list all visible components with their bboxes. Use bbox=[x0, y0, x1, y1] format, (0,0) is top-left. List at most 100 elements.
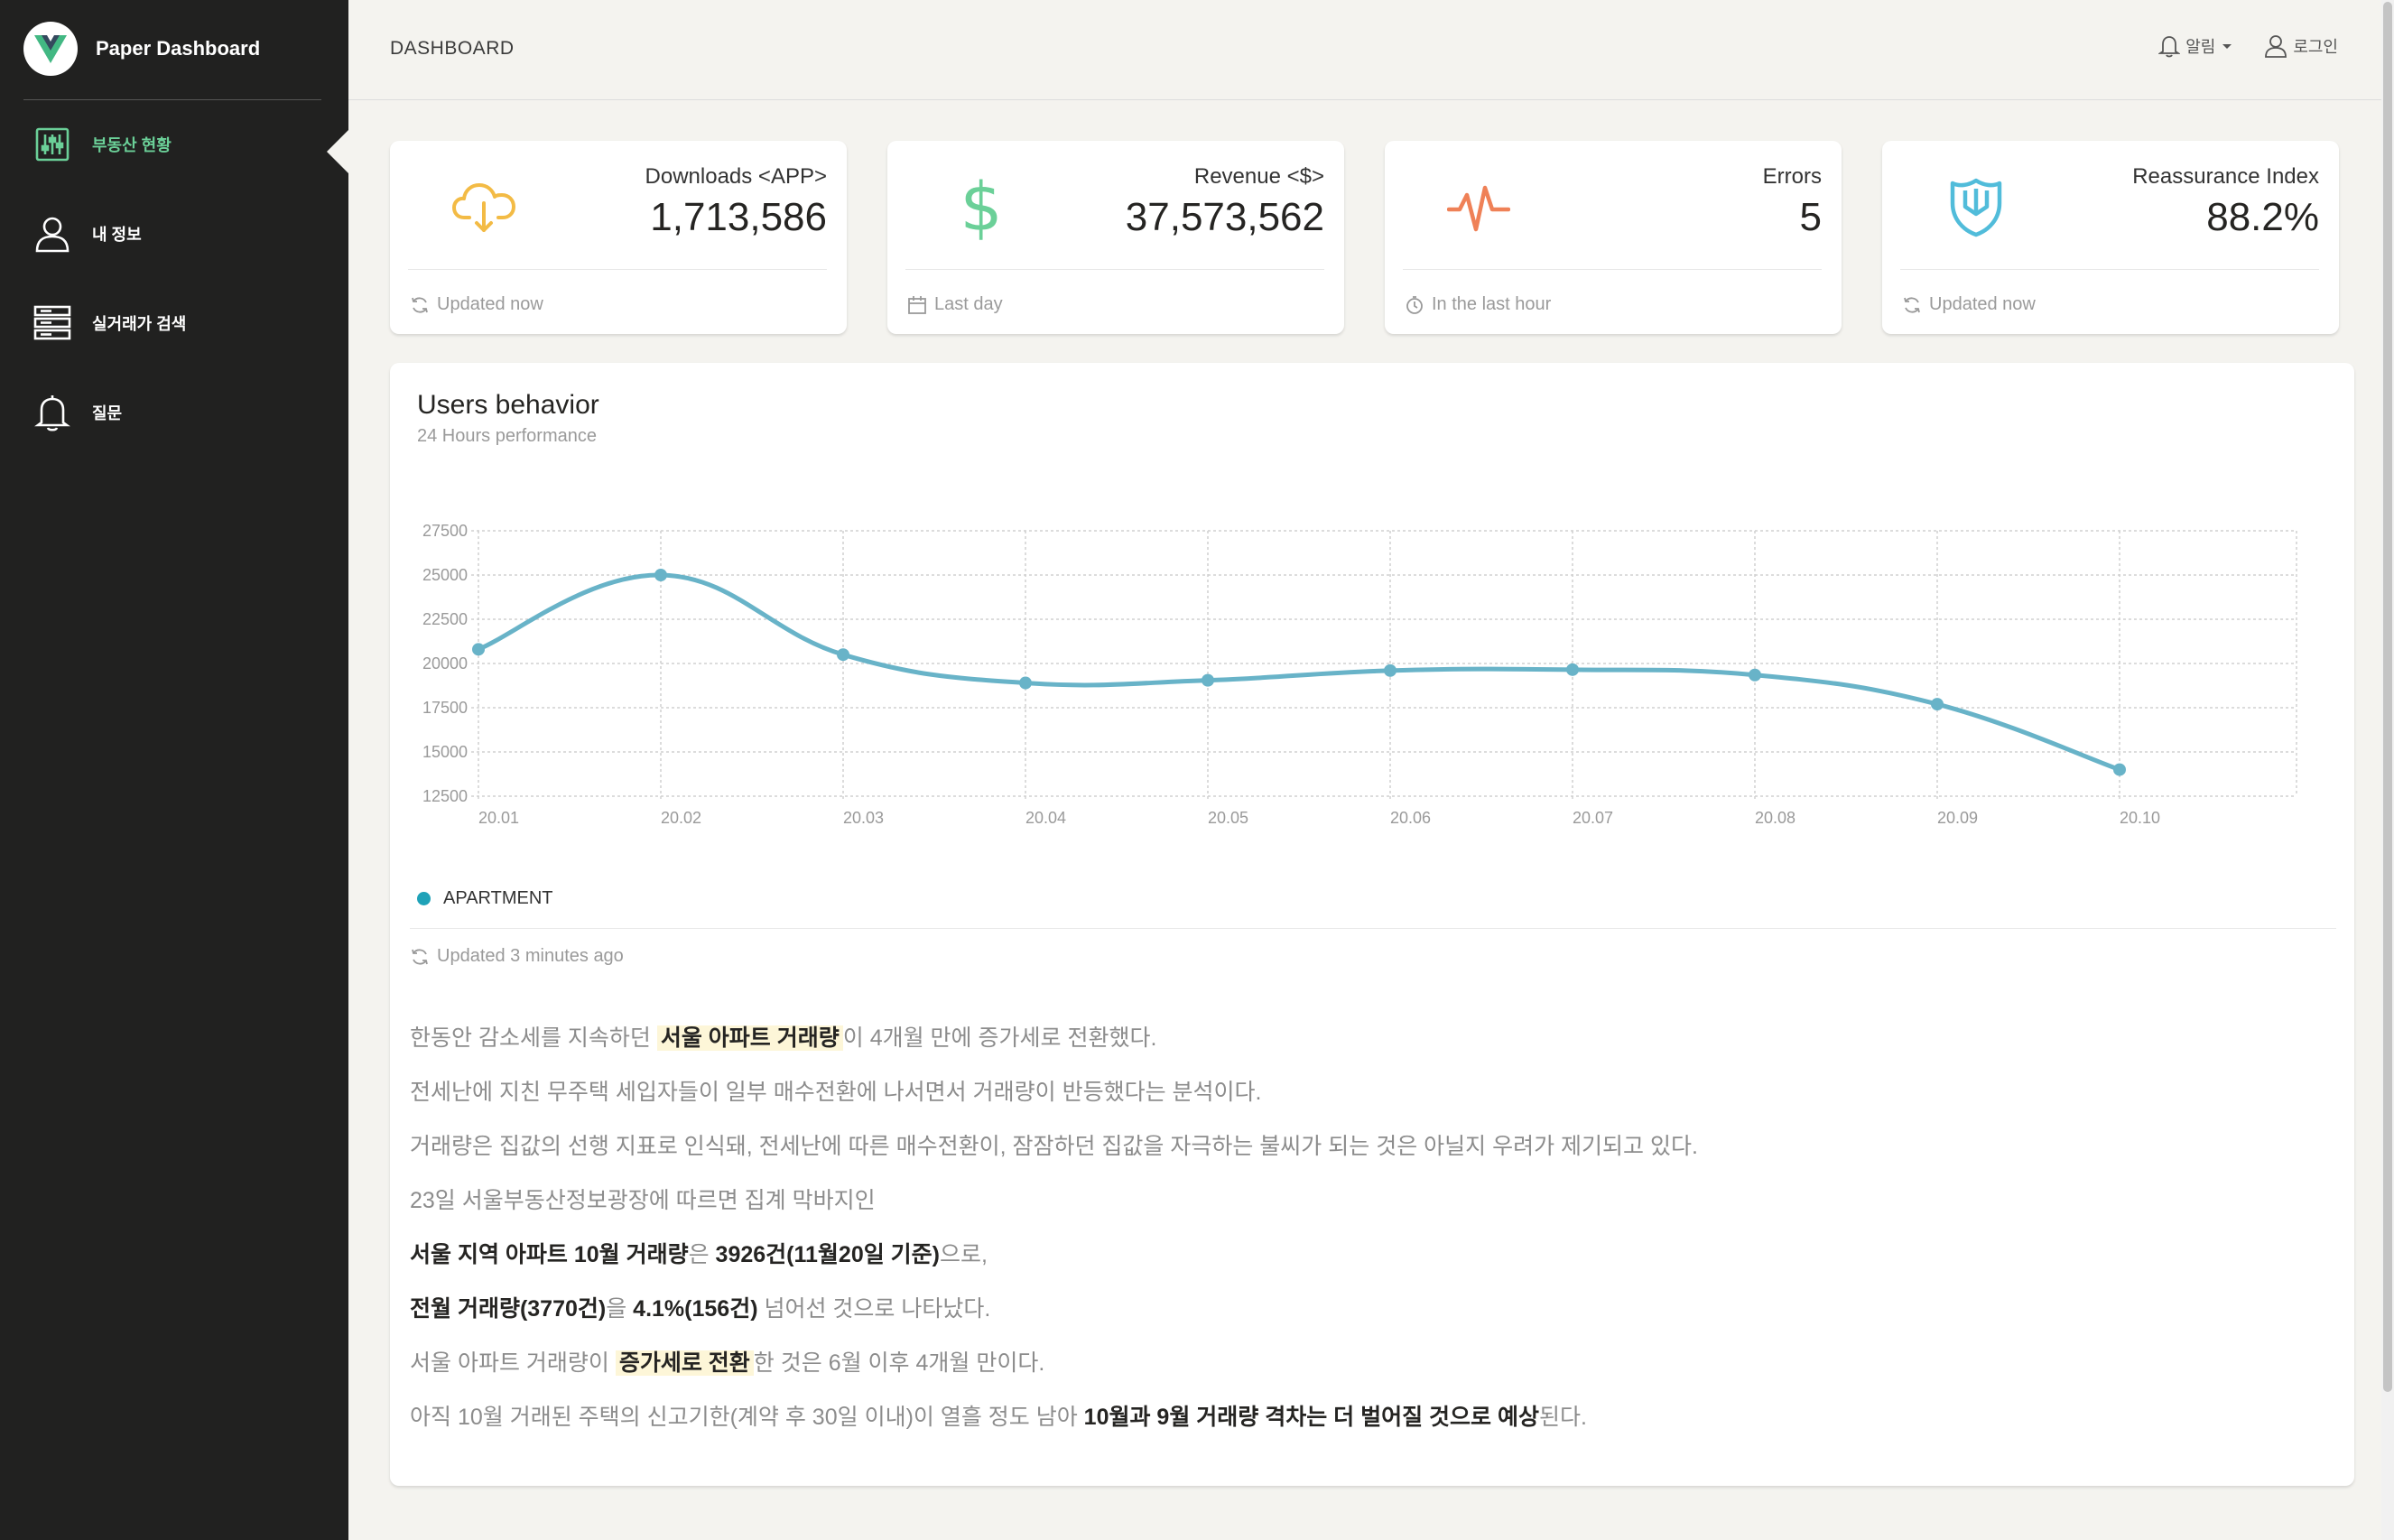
sidebar-divider bbox=[23, 99, 321, 100]
stat-footer-text: Updated now bbox=[437, 294, 543, 314]
bold-text: 서울 지역 아파트 10월 거래량 bbox=[410, 1242, 689, 1267]
sliders-icon bbox=[32, 125, 72, 164]
logo[interactable]: Paper Dashboard bbox=[23, 20, 260, 78]
clock-icon bbox=[1406, 295, 1423, 314]
calendar-icon bbox=[908, 295, 926, 314]
stat-footer: In the last hour bbox=[1405, 294, 1551, 315]
refresh-icon bbox=[412, 948, 428, 965]
sidebar-item-label: 질문 bbox=[92, 404, 123, 422]
stat-card-downloads: Downloads <APP> 1,713,586 Updated now bbox=[390, 141, 847, 334]
stat-category: Downloads <APP> bbox=[645, 164, 827, 189]
article-line-8: 아직 10월 거래된 주택의 신고기한(계약 후 30일 이내)이 열흘 정도 … bbox=[410, 1399, 2324, 1453]
y-tick-label: 15000 bbox=[422, 743, 468, 761]
x-tick-label: 20.07 bbox=[1573, 809, 1613, 827]
users-behavior-card: Users behavior 24 Hours performance 1250… bbox=[390, 363, 2354, 1486]
sidebar-item-transaction-search[interactable]: 실거래가 검색 bbox=[32, 296, 186, 350]
user-icon bbox=[2265, 35, 2287, 58]
server-icon bbox=[32, 303, 72, 343]
bold-text: 4.1%(156건) bbox=[633, 1296, 758, 1322]
sidebar: Paper Dashboard 부동산 현황 내 정보 실거래가 검색 질문 bbox=[0, 0, 350, 1540]
data-point bbox=[1019, 676, 1032, 690]
login-button[interactable]: 로그인 bbox=[2264, 34, 2338, 58]
notifications-label: 알림 bbox=[2185, 38, 2216, 56]
divider bbox=[408, 269, 827, 270]
chart-legend: APARTMENT bbox=[417, 888, 553, 909]
bold-text: 3926건(11월20일 기준) bbox=[715, 1242, 940, 1267]
text: 아직 10월 거래된 주택의 신고기한(계약 후 30일 이내)이 열흘 정도 … bbox=[410, 1405, 1084, 1430]
stat-value: 37,573,562 bbox=[1125, 195, 1324, 239]
topbar: DASHBOARD 알림 로그인 bbox=[348, 0, 2394, 100]
line-chart[interactable]: 12500 15000 17500 20000 22500 25000 27500 20.01… bbox=[390, 498, 2354, 859]
x-tick-label: 20.09 bbox=[1937, 809, 1978, 827]
article-line-6: 전월 거래량(3770건)을 4.1%(156건) 넘어선 것으로 나타났다. bbox=[410, 1291, 2324, 1345]
data-point bbox=[1384, 663, 1396, 677]
x-tick-label: 20.04 bbox=[1025, 809, 1066, 827]
scrollbar[interactable] bbox=[2381, 0, 2394, 1540]
article-line-4: 23일 서울부동산정보광장에 따르면 집계 막바지인 bbox=[410, 1188, 876, 1213]
sidebar-item-label: 실거래가 검색 bbox=[92, 315, 187, 333]
data-point bbox=[1202, 673, 1214, 687]
y-tick-label: 12500 bbox=[422, 787, 468, 805]
stat-category: Revenue <$> bbox=[1193, 164, 1324, 189]
card-footer-text: Updated 3 minutes ago bbox=[437, 946, 624, 966]
data-point bbox=[654, 569, 667, 581]
vue-logo-icon bbox=[23, 22, 78, 76]
highlight: 서울 아파트 거래량 bbox=[656, 1025, 843, 1051]
text: 넘어선 것으로 나타났다. bbox=[757, 1296, 991, 1322]
text: 서울 아파트 거래량이 bbox=[410, 1350, 616, 1376]
sidebar-item-label: 부동산 현황 bbox=[92, 136, 172, 154]
bold-text: 10월과 9월 거래량 격차는 더 벌어질 것으로 예상 bbox=[1083, 1405, 1540, 1430]
card-title: Users behavior bbox=[417, 390, 599, 420]
y-tick-label: 25000 bbox=[422, 566, 468, 584]
notifications-dropdown[interactable]: 알림 bbox=[2158, 34, 2232, 58]
data-point bbox=[1566, 663, 1579, 676]
stat-footer-text: Last day bbox=[934, 294, 1003, 314]
card-subtitle: 24 Hours performance bbox=[417, 426, 597, 446]
x-tick-label: 20.01 bbox=[478, 809, 519, 827]
data-point bbox=[1749, 668, 1761, 682]
data-point bbox=[837, 648, 849, 662]
scrollbar-thumb[interactable] bbox=[2383, 2, 2392, 1392]
topbar-actions: 알림 로그인 bbox=[2126, 34, 2338, 58]
stat-footer: Updated now bbox=[410, 294, 543, 315]
sidebar-item-questions[interactable]: 질문 bbox=[32, 385, 122, 440]
bell-icon bbox=[2158, 36, 2181, 58]
data-point bbox=[2113, 763, 2126, 776]
chevron-down-icon bbox=[2222, 43, 2232, 49]
refresh-icon bbox=[1904, 296, 1920, 313]
divider bbox=[1403, 269, 1822, 270]
x-tick-label: 20.05 bbox=[1208, 809, 1248, 827]
refresh-icon bbox=[412, 296, 428, 313]
x-tick-label: 20.02 bbox=[661, 809, 701, 827]
sidebar-item-real-estate[interactable]: 부동산 현황 bbox=[32, 117, 172, 172]
page-title: DASHBOARD bbox=[390, 38, 515, 59]
sidebar-item-my-info[interactable]: 내 정보 bbox=[32, 207, 142, 261]
stat-footer-text: In the last hour bbox=[1432, 294, 1552, 314]
bold-text: 전월 거래량(3770건) bbox=[410, 1296, 607, 1322]
x-tick-label: 20.03 bbox=[843, 809, 884, 827]
sidebar-item-label: 내 정보 bbox=[92, 226, 142, 244]
stat-card-errors: Errors 5 In the last hour bbox=[1385, 141, 1842, 334]
y-tick-label: 22500 bbox=[422, 610, 468, 628]
text: 으로, bbox=[940, 1242, 988, 1267]
stat-footer: Last day bbox=[907, 294, 1003, 315]
stat-value: 5 bbox=[1799, 195, 1822, 239]
text: 이 4개월 만에 증가세로 전환했다. bbox=[842, 1025, 1157, 1051]
divider bbox=[410, 928, 2336, 929]
text: 은 bbox=[688, 1242, 716, 1267]
highlight: 증가세로 전환 bbox=[615, 1350, 754, 1376]
article-line-1: 한동안 감소세를 지속하던 서울 아파트 거래량 이 4개월 만에 증가세로 전환… bbox=[410, 1020, 2324, 1074]
bell-icon bbox=[32, 393, 72, 432]
legend-label: APARTMENT bbox=[443, 888, 553, 908]
series-line bbox=[478, 572, 2120, 772]
text: 된다. bbox=[1539, 1405, 1587, 1430]
dollar-icon: $ bbox=[960, 169, 1003, 246]
stat-category: Errors bbox=[1762, 164, 1822, 189]
y-tick-label: 27500 bbox=[422, 522, 468, 540]
article-line-7: 서울 아파트 거래량이 증가세로 전환 한 것은 6월 이후 4개월 만이다. bbox=[410, 1345, 2324, 1399]
stat-card-revenue: $ Revenue <$> 37,573,562 Last day bbox=[887, 141, 1344, 334]
x-tick-label: 20.08 bbox=[1755, 809, 1796, 827]
shield-icon bbox=[1942, 173, 2010, 242]
card-footer: Updated 3 minutes ago bbox=[410, 946, 624, 967]
stat-footer-text: Updated now bbox=[1929, 294, 2036, 314]
